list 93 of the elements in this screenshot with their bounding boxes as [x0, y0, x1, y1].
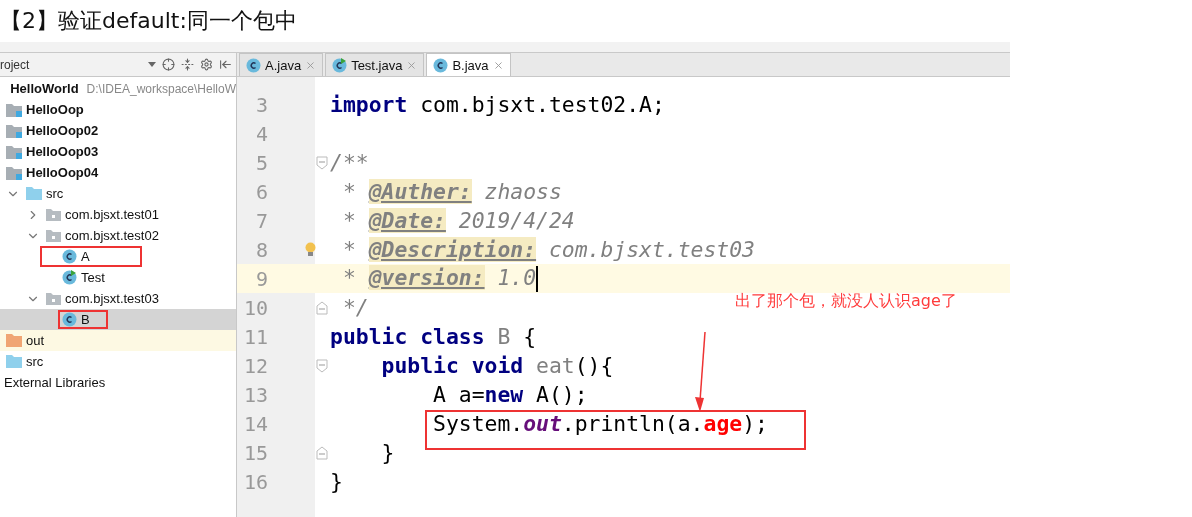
test-class-icon	[332, 57, 348, 73]
editor-tab[interactable]: B.java	[426, 53, 511, 76]
tree-item-label[interactable]: com.bjsxt.test02	[65, 228, 159, 243]
code-line: * @Description: com.bjsxt.test03	[341, 237, 755, 262]
tree-row[interactable]: HelloOop04	[0, 162, 236, 183]
settings-icon[interactable]	[200, 58, 213, 71]
line-number: 16	[242, 469, 268, 494]
crosshair-icon[interactable]	[162, 58, 175, 71]
class-icon	[246, 57, 261, 73]
tree-item-label[interactable]: HelloOop04	[26, 165, 99, 180]
code-line: public void eat(){	[380, 353, 614, 378]
tree-row[interactable]: HelloOop	[0, 99, 236, 120]
tree-row[interactable]: com.bjsxt.test01	[0, 204, 236, 225]
code-editor[interactable]	[237, 77, 1010, 517]
tree-row[interactable]: src	[0, 183, 236, 204]
tree-row[interactable]: Test	[0, 267, 236, 288]
dropdown-caret-icon[interactable]	[148, 62, 156, 67]
module-folder-icon	[6, 165, 22, 180]
class-icon	[433, 57, 449, 73]
tree-row[interactable]: com.bjsxt.test03	[0, 288, 236, 309]
panel-title[interactable]: roject	[0, 57, 142, 72]
editor-tab[interactable]: A.java	[239, 53, 324, 76]
code-line: /**	[330, 150, 369, 175]
tree-row[interactable]: A	[0, 246, 236, 267]
tree-item-label[interactable]: src	[46, 186, 64, 201]
editor-tab[interactable]: Test.java	[325, 53, 425, 76]
line-number: 6	[254, 179, 268, 204]
tree-item-label[interactable]: A	[81, 249, 90, 264]
tree-row[interactable]: out	[0, 330, 236, 351]
code-line: }	[330, 469, 343, 494]
page-heading: 【2】验证default:同一个包中	[0, 7, 298, 35]
code-line: public class B {	[330, 324, 537, 349]
tree-item-label[interactable]: HelloWorld	[10, 81, 79, 96]
fold-marker-icon[interactable]	[316, 445, 328, 460]
module-folder-icon	[6, 123, 22, 138]
module-folder-icon	[6, 144, 22, 159]
folder-icon	[6, 355, 22, 368]
line-number: 4	[254, 121, 268, 146]
hide-panel-icon[interactable]	[219, 58, 232, 71]
close-icon[interactable]	[492, 59, 504, 71]
tree-row[interactable]: HelloWorld D:\IDEA_workspace\HelloW	[0, 78, 236, 99]
tree-item-label[interactable]: B	[81, 312, 90, 327]
tree-row[interactable]: External Libraries	[0, 372, 236, 393]
folder-icon	[6, 334, 22, 347]
line-number: 8	[254, 237, 268, 262]
package-folder-icon	[46, 208, 61, 221]
code-line: */	[341, 295, 369, 320]
tree-row[interactable]: HelloOop03	[0, 141, 236, 162]
tree-item-label[interactable]: com.bjsxt.test03	[65, 291, 159, 306]
code-line: System.out.println(a.age);	[432, 411, 768, 436]
code-line: * @Date: 2019/4/24	[341, 208, 575, 233]
package-folder-icon	[46, 292, 61, 305]
collapse-icon[interactable]	[181, 58, 194, 71]
tree-item-label[interactable]: HelloOop02	[26, 123, 99, 138]
module-folder-icon	[6, 102, 22, 117]
tree-item-label[interactable]: out	[26, 333, 45, 348]
fold-marker-icon[interactable]	[316, 300, 328, 315]
fold-marker-icon[interactable]	[316, 358, 328, 373]
line-number: 13	[242, 382, 268, 407]
selected-tree-row[interactable]: B	[0, 309, 236, 330]
project-path: D:\IDEA_workspace\HelloW	[86, 81, 236, 96]
tree-item-label[interactable]: HelloOop	[26, 102, 84, 117]
lightbulb-icon[interactable]	[305, 242, 316, 257]
line-number: 9	[254, 266, 268, 291]
close-icon[interactable]	[406, 59, 418, 71]
code-line: }	[380, 440, 395, 465]
class-icon	[62, 249, 77, 264]
folder-icon	[26, 187, 42, 200]
line-number: 12	[242, 353, 268, 378]
line-number: 11	[242, 324, 268, 349]
code-line: A a=new A();	[432, 382, 588, 407]
line-number: 10	[242, 295, 268, 320]
tree-row[interactable]: com.bjsxt.test02	[0, 225, 236, 246]
line-number: 7	[254, 208, 268, 233]
package-folder-icon	[46, 229, 61, 242]
code-line: import com.bjsxt.test02.A;	[330, 92, 665, 117]
annotation-note: 出了那个包，就没人认识age了	[735, 291, 957, 312]
tree-row[interactable]: HelloOop02	[0, 120, 236, 141]
test-class-icon	[62, 270, 77, 285]
tree-item-label[interactable]: src	[26, 354, 44, 369]
line-number: 5	[254, 150, 268, 175]
code-line: * @Auther: zhaoss	[341, 179, 562, 204]
close-icon[interactable]	[305, 59, 317, 71]
tree-item-label[interactable]: External Libraries	[4, 375, 106, 390]
fold-marker-icon[interactable]	[316, 155, 328, 170]
tree-row[interactable]: src	[0, 351, 236, 372]
class-icon	[62, 312, 77, 327]
line-number: 15	[242, 440, 268, 465]
tree-item-label[interactable]: Test	[81, 270, 105, 285]
tree-item-label[interactable]: com.bjsxt.test01	[65, 207, 159, 222]
tree-item-label[interactable]: HelloOop03	[26, 144, 99, 159]
line-number: 14	[242, 411, 268, 436]
line-number: 3	[254, 92, 268, 117]
